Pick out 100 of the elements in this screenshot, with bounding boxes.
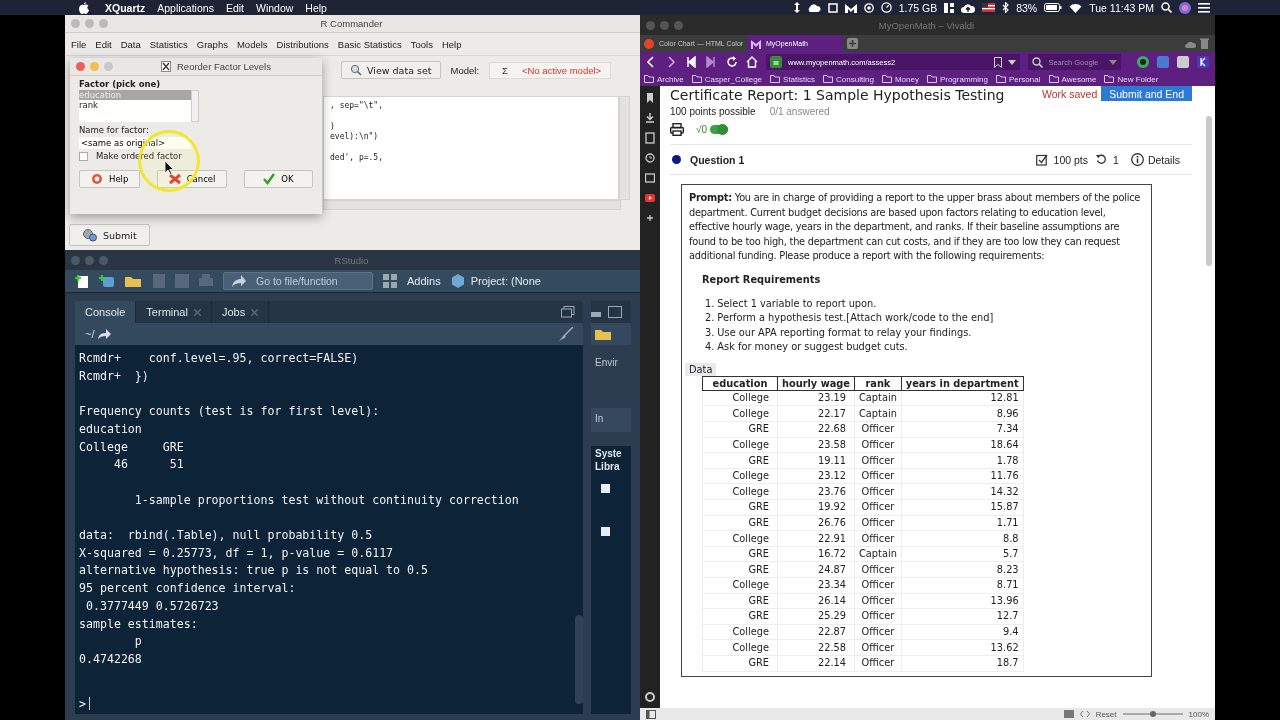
menu-item[interactable]: Window (256, 1, 294, 14)
menu-item[interactable]: Edit (225, 1, 244, 14)
share-arrow-icon[interactable] (98, 329, 112, 339)
scrollbar[interactable] (1206, 116, 1212, 266)
clock[interactable]: Tue 11:43 PM (1089, 1, 1154, 14)
notes-icon[interactable] (645, 132, 655, 144)
bookmark-folder[interactable]: New Folder (1104, 74, 1159, 84)
apple-icon[interactable] (79, 1, 89, 14)
menu-item[interactable]: Help (305, 1, 327, 14)
ok-button[interactable]: OK (243, 170, 313, 188)
view-data-button[interactable]: View data set (341, 61, 441, 79)
addins-menu[interactable]: Addins (407, 275, 441, 287)
forward-icon[interactable] (666, 56, 678, 68)
code-icon[interactable] (1079, 710, 1090, 718)
memory-usage[interactable]: 1.75 GB (898, 1, 938, 14)
tab-label[interactable]: Envir (591, 345, 631, 368)
add-icon[interactable] (645, 212, 655, 224)
record-icon[interactable] (863, 2, 874, 13)
go-to-file-field[interactable]: Go to file/function (223, 272, 373, 290)
tab-label[interactable]: In (591, 401, 604, 424)
scrollbar[interactable] (191, 90, 199, 122)
reset-zoom-button[interactable]: Reset (1095, 709, 1117, 719)
folder-icon[interactable] (125, 274, 143, 288)
bookmark-folder[interactable]: Money (881, 74, 919, 84)
checkbox[interactable] (79, 151, 88, 161)
panels-icon[interactable] (944, 2, 955, 13)
scrollbar[interactable] (575, 615, 583, 704)
download-icon[interactable] (645, 112, 655, 124)
menu-item[interactable]: Models (236, 39, 268, 50)
extension-icon[interactable] (1137, 56, 1149, 68)
home-icon[interactable] (746, 56, 758, 68)
maximize-icon[interactable] (608, 306, 622, 318)
trash-icon[interactable] (1200, 38, 1209, 49)
maximize-icon[interactable] (561, 306, 575, 318)
broom-icon[interactable] (559, 327, 573, 341)
new-project-icon[interactable] (99, 274, 115, 288)
panel-toggle-icon[interactable] (646, 709, 656, 719)
video-icon[interactable] (645, 192, 655, 204)
grid-icon[interactable] (383, 274, 397, 288)
new-tab-icon[interactable] (847, 38, 858, 49)
menu-item[interactable]: Basic Statistics (337, 39, 402, 50)
menu-item[interactable]: Help (441, 39, 462, 50)
script-editor[interactable]: , sep="\t", ) evel):\n") ded', p=.5, (323, 96, 619, 200)
rewind-icon[interactable] (686, 56, 698, 68)
bookmark-folder[interactable]: Statistics (770, 74, 816, 84)
gauge-icon[interactable] (880, 2, 892, 13)
bookmark-folder[interactable]: Casper_College (691, 74, 763, 84)
menu-item[interactable]: Graphs (196, 39, 228, 50)
factor-listbox[interactable]: education rank (79, 90, 191, 122)
flag-icon[interactable] (982, 3, 996, 12)
history-icon[interactable] (645, 152, 655, 164)
menu-item[interactable]: Distributions (276, 39, 329, 50)
menu-item[interactable]: Data (120, 39, 141, 50)
bluetooth-icon[interactable] (1002, 2, 1010, 13)
reload-icon[interactable] (726, 56, 738, 68)
list-icon[interactable] (1198, 2, 1210, 13)
help-button[interactable]: Help (79, 170, 141, 188)
toggle-switch[interactable] (710, 125, 729, 134)
window-icon[interactable] (645, 172, 655, 184)
wifi-icon[interactable] (1069, 2, 1083, 13)
settings-icon[interactable] (645, 692, 655, 702)
details-link[interactable]: Details (1130, 153, 1180, 166)
square-icon[interactable] (827, 2, 838, 13)
bookmark-folder[interactable]: Programming (926, 74, 988, 84)
scrollbar[interactable] (323, 200, 621, 210)
battery-percent[interactable]: 83% (1016, 1, 1038, 14)
tab-label[interactable]: Libra (591, 459, 631, 472)
siri-icon[interactable] (1179, 1, 1191, 14)
menu-item[interactable]: XQuartz (105, 1, 146, 14)
upload-cloud-icon[interactable] (961, 2, 976, 13)
bookmark-folder[interactable]: Consulting (823, 74, 874, 84)
bookmark-folder[interactable]: Archive (644, 74, 684, 84)
battery-icon[interactable] (1044, 3, 1063, 12)
console-tab[interactable]: Console (75, 301, 137, 323)
menu-item[interactable]: Statistics (149, 39, 188, 50)
m-logo-icon[interactable] (844, 2, 857, 13)
submit-button[interactable]: Submit (69, 224, 150, 246)
new-file-icon[interactable] (75, 274, 89, 288)
menu-item[interactable]: Edit (95, 39, 112, 50)
checkbox[interactable] (601, 527, 610, 536)
cloud-icon[interactable] (806, 2, 821, 13)
extension-icon[interactable] (1197, 56, 1209, 68)
bookmark-folder[interactable]: Awesome (1048, 74, 1097, 84)
bookmark-icon[interactable] (645, 92, 655, 104)
menu-item[interactable]: Applications (157, 1, 214, 14)
submit-end-button[interactable]: Submit and End (1101, 86, 1192, 101)
folder-icon[interactable] (595, 327, 613, 341)
image-icon[interactable] (1063, 710, 1074, 718)
fast-forward-icon[interactable] (706, 56, 718, 68)
question-title[interactable]: Question 1 (690, 153, 745, 166)
list-item[interactable]: rank (79, 100, 191, 110)
arrows-icon[interactable] (793, 2, 800, 13)
print-icon[interactable] (670, 123, 684, 136)
checkbox[interactable] (601, 484, 610, 493)
search-icon[interactable] (1161, 2, 1172, 13)
bookmark-folder[interactable]: Personal (995, 74, 1041, 84)
menu-item[interactable]: Tools (410, 39, 433, 50)
menu-item[interactable]: File (71, 39, 87, 50)
working-directory[interactable]: ~/ (85, 328, 95, 340)
scrollbar[interactable] (619, 96, 630, 200)
